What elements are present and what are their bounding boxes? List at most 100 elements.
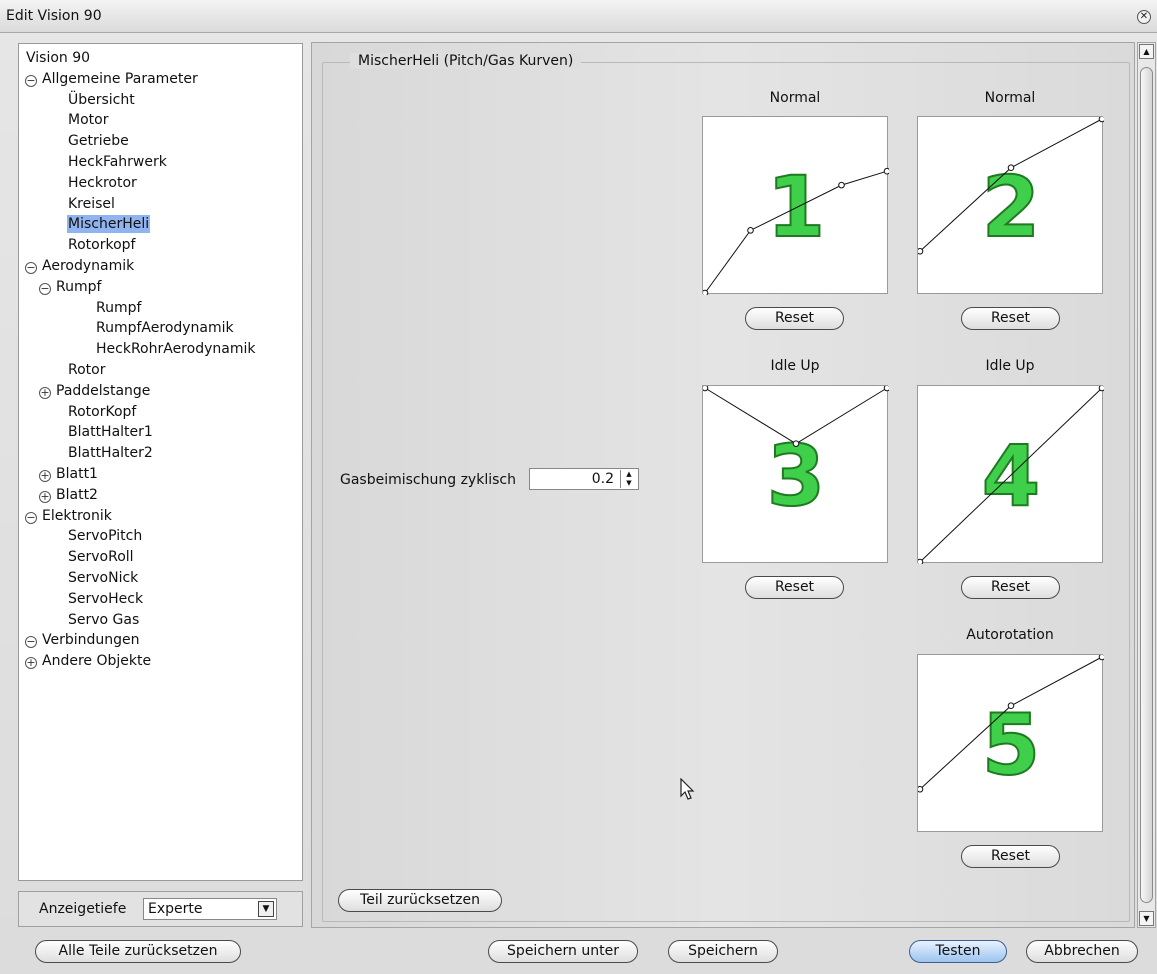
expand-icon[interactable]: + [39,490,51,503]
tree-item[interactable]: Vision 90 [25,48,91,69]
curve-point-handle[interactable] [838,181,845,189]
close-icon[interactable]: ✕ [1137,10,1151,24]
tree-item[interactable]: + Blatt2 [39,485,99,506]
tree-item[interactable]: − Allgemeine Parameter [25,69,199,90]
expand-icon[interactable]: + [25,657,37,670]
tree-item[interactable]: − Elektronik [25,506,113,527]
curve-point-handle[interactable] [703,289,709,295]
save-as-button[interactable]: Speichern unter [488,940,638,963]
display-depth-select[interactable]: Experte ▼ [143,898,277,920]
curve-editor[interactable]: 1 [702,116,889,295]
tree-item-label: Aerodynamik [42,258,135,274]
curve-point-handle[interactable] [747,227,754,234]
curve-reset-button[interactable]: Reset [961,845,1060,868]
curve-point-handle[interactable] [918,785,924,793]
object-tree[interactable]: Vision 90− Allgemeine Parameter Übersicht M… [18,43,303,881]
tree-item[interactable]: BlattHalter1 [67,422,154,443]
tree-item-label: MischerHeli [67,215,151,234]
tree-item[interactable]: + Paddelstange [39,381,151,402]
gas-mix-spinbox[interactable]: 0.2 ▲ ▼ [529,468,639,490]
expand-icon[interactable]: + [39,470,51,482]
tree-item-label: Rumpf [96,299,142,316]
tree-item-label: Blatt2 [56,486,98,503]
tree-item[interactable]: MischerHeli [67,214,151,235]
collapse-icon[interactable]: − [25,74,37,87]
tree-item-label: Verbindungen [42,632,140,649]
cancel-button[interactable]: Abbrechen [1026,940,1138,963]
scroll-thumb[interactable] [1140,67,1153,903]
tree-item[interactable]: ServoRoll [67,547,135,568]
tree-item[interactable]: Motor [67,110,109,131]
curve-reset-button[interactable]: Reset [961,307,1060,330]
curve-point-handle[interactable] [1098,117,1104,123]
tree-item[interactable]: RumpfAerodynamik [95,318,235,339]
scroll-down-icon[interactable]: ▼ [1139,911,1154,926]
curve-editor[interactable]: 4 [917,385,1104,564]
curve-point-handle[interactable] [1098,655,1104,661]
tree-item[interactable]: − Aerodynamik [25,256,135,277]
tree-item[interactable]: − Verbindungen [25,630,141,651]
curve-title: Autorotation [966,627,1054,643]
curve-editor[interactable]: 3 [702,385,889,563]
tree-item[interactable]: RotorKopf [67,402,137,423]
tree-item[interactable]: Rumpf [95,298,142,319]
curve-point-handle[interactable] [703,386,709,392]
curve-point-handle[interactable] [918,558,924,564]
spin-up-icon[interactable]: ▲ [621,470,637,479]
curve-editor[interactable]: 2 [917,116,1104,294]
curve-point-handle[interactable] [792,440,800,447]
tree-item[interactable]: ServoPitch [67,526,143,547]
curve-number-label: 5 [982,696,1040,794]
tree-item[interactable]: + Andere Objekte [25,651,152,672]
collapse-icon[interactable]: − [25,636,37,649]
curve-point-handle[interactable] [883,167,889,175]
curve-line [919,387,1103,563]
expand-icon[interactable]: + [39,386,51,399]
tree-item[interactable]: HeckRohrAerodynamik [95,339,256,360]
tree-item[interactable]: − Rumpf [39,277,102,298]
tree-item[interactable]: Servo Gas [67,610,140,631]
reset-part-button[interactable]: Teil zurücksetzen [338,889,502,912]
spin-buttons[interactable]: ▲ ▼ [620,470,637,488]
reset-all-button[interactable]: Alle Teile zurücksetzen [35,940,241,963]
collapse-icon[interactable]: − [25,511,37,524]
chevron-down-icon[interactable]: ▼ [258,901,274,917]
tree-item-label: Vision 90 [26,50,91,66]
collapse-icon[interactable]: − [39,282,51,295]
curve-reset-button[interactable]: Reset [961,576,1060,599]
tree-item[interactable]: Kreisel [67,194,116,215]
tree-item-label: Rotor [68,362,106,378]
save-button[interactable]: Speichern [668,940,778,963]
tree-item[interactable]: ServoNick [67,568,139,589]
tree-item[interactable]: Rotorkopf [67,235,136,256]
tree-item[interactable]: HeckFahrwerk [67,152,168,173]
title-bar: Edit Vision 90 ✕ [0,0,1157,33]
tree-item[interactable]: + Blatt1 [39,464,99,485]
group-title: MischerHeli (Pitch/Gas Kurven) [350,53,582,69]
curve-point-handle[interactable] [1007,164,1015,172]
curve-number-label: 4 [982,427,1040,525]
display-depth-box: Anzeigetiefe Experte ▼ [18,891,303,927]
collapse-icon[interactable]: − [25,262,37,274]
tree-item[interactable]: Heckrotor [67,173,138,194]
tree-item-label: Getriebe [68,133,129,150]
test-button[interactable]: Testen [909,940,1007,963]
curve-point-handle[interactable] [918,247,924,255]
curve-point-handle[interactable] [1007,702,1015,710]
tree-item-label: Rumpf [56,278,102,295]
display-depth-label: Anzeigetiefe [39,901,127,917]
tree-item[interactable]: BlattHalter2 [67,443,154,464]
curve-point-handle[interactable] [1098,386,1104,392]
tree-item[interactable]: Rotor [67,360,106,381]
spin-down-icon[interactable]: ▼ [621,479,637,488]
curve-reset-button[interactable]: Reset [745,576,844,599]
curve-reset-button[interactable]: Reset [745,307,844,330]
tree-item-label: BlattHalter2 [68,445,153,462]
vertical-scrollbar[interactable]: ▲ ▼ [1137,42,1156,928]
tree-item[interactable]: ServoHeck [67,589,144,610]
tree-item[interactable]: Übersicht [67,90,136,111]
curve-editor[interactable]: 5 [917,654,1104,832]
curve-point-handle[interactable] [883,386,889,392]
scroll-up-icon[interactable]: ▲ [1139,44,1154,59]
tree-item[interactable]: Getriebe [67,131,130,152]
